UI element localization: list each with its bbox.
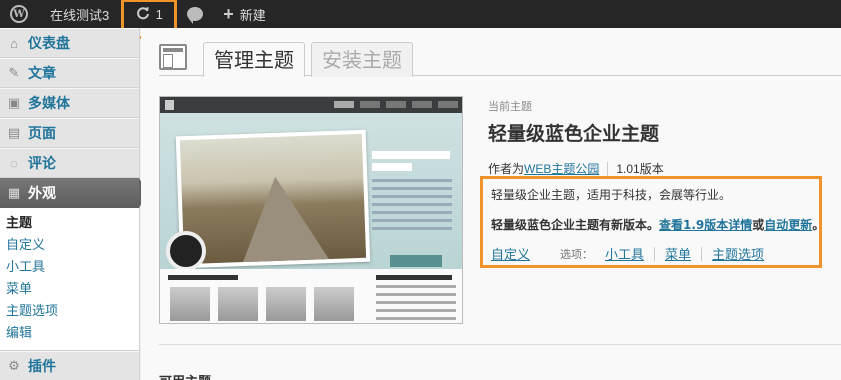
- customize-link[interactable]: 自定义: [491, 244, 530, 263]
- tab-manage-themes[interactable]: 管理主题: [203, 42, 305, 77]
- author-line: 作者为 WEB主题公园 1.01版本: [488, 160, 828, 177]
- menu-posts[interactable]: ✎ 文章: [0, 58, 139, 88]
- section-divider: [159, 344, 841, 345]
- submenu-widgets[interactable]: 小工具: [0, 256, 139, 278]
- submenu-theme-options[interactable]: 主题选项: [0, 300, 139, 322]
- submenu-editor[interactable]: 编辑: [0, 322, 139, 344]
- site-name-link[interactable]: 在线测试3: [38, 0, 121, 28]
- theme-info-highlight-box: 轻量级企业主题，适用于科技，会展等行业。 轻量级蓝色企业主题有新版本。查看1.9…: [480, 176, 824, 268]
- pin-icon: ✎: [8, 65, 20, 80]
- divider: [654, 246, 656, 261]
- wordpress-icon: W: [10, 5, 28, 23]
- menu-dashboard-label: 仪表盘: [28, 35, 70, 51]
- menu-media-label: 多媒体: [28, 95, 70, 111]
- current-theme-label: 当前主题: [488, 100, 532, 113]
- menu-appearance-label: 外观: [28, 185, 56, 201]
- divider: [701, 246, 703, 261]
- admin-sidebar: ⌂ 仪表盘 ✎ 文章 ▣ 多媒体 ▤ 页面 ◌ 评论 ▦ 外观 主题 自定义 小…: [0, 28, 148, 380]
- current-theme-details: 当前主题 轻量级蓝色企业主题 作者为 WEB主题公园 1.01版本: [488, 98, 828, 177]
- view-details-link[interactable]: 查看1.9版本详情: [659, 218, 752, 232]
- new-content-label: 新建: [239, 7, 266, 23]
- refresh-icon: [136, 6, 150, 23]
- menu-plugins[interactable]: ⚙ 插件: [0, 351, 139, 380]
- menu-pages-label: 页面: [28, 125, 56, 141]
- menu-posts-label: 文章: [28, 65, 56, 81]
- home-icon: ⌂: [10, 35, 18, 51]
- comment-bubble-icon: [187, 7, 204, 24]
- theme-description: 轻量级企业主题，适用于科技，会展等行业。: [491, 188, 732, 202]
- auto-update-link[interactable]: 自动更新: [764, 218, 812, 232]
- menu-plugins-label: 插件: [28, 358, 56, 374]
- admin-bar: W 在线测试3 1 + 新建: [0, 0, 841, 39]
- updates-button[interactable]: 1: [121, 0, 178, 39]
- update-end-text: 。: [812, 218, 825, 232]
- theme-screenshot: [159, 96, 463, 324]
- plugin-icon: ⚙: [8, 358, 20, 373]
- submenu-menus[interactable]: 菜单: [0, 278, 139, 300]
- themes-page-icon: [159, 44, 187, 70]
- updates-count: 1: [155, 6, 163, 22]
- menu-pages[interactable]: ▤ 页面: [0, 118, 139, 148]
- update-text: 轻量级蓝色企业主题有新版本。: [491, 218, 660, 232]
- media-icon: ▣: [7, 95, 21, 110]
- available-themes-heading: 可用主题: [159, 371, 211, 380]
- widgets-link[interactable]: 小工具: [605, 244, 644, 263]
- menus-link[interactable]: 菜单: [665, 244, 691, 263]
- comment-icon: ◌: [10, 155, 18, 171]
- appearance-icon: ▦: [7, 185, 21, 200]
- update-or-text: 或: [752, 218, 765, 232]
- wordpress-logo-button[interactable]: W: [0, 0, 38, 28]
- menu-dashboard[interactable]: ⌂ 仪表盘: [0, 28, 139, 58]
- main-content: 管理主题 安装主题 当前主题 轻量级蓝色企业主题 作者为 WEB主题公园 1.0…: [141, 28, 841, 380]
- nav-tabs: 管理主题 安装主题: [159, 38, 841, 77]
- menu-appearance[interactable]: ▦ 外观: [0, 178, 148, 208]
- divider: [607, 161, 609, 176]
- menu-media[interactable]: ▣ 多媒体: [0, 88, 139, 118]
- theme-version: 1.01版本: [616, 162, 664, 176]
- theme-options-link[interactable]: 主题选项: [712, 244, 764, 263]
- theme-actions: 自定义 选项： 小工具 菜单 主题选项: [491, 244, 764, 263]
- submenu-themes[interactable]: 主题: [0, 212, 139, 234]
- theme-name: 轻量级蓝色企业主题: [488, 123, 660, 145]
- update-notice: 轻量级蓝色企业主题有新版本。查看1.9版本详情或自动更新。: [491, 216, 824, 233]
- menu-comments[interactable]: ◌ 评论: [0, 148, 139, 178]
- author-prefix: 作者为: [488, 162, 525, 176]
- options-label: 选项：: [560, 247, 594, 261]
- page-icon: ▤: [7, 125, 21, 140]
- author-link[interactable]: WEB主题公园: [524, 160, 599, 177]
- menu-comments-label: 评论: [28, 155, 56, 171]
- comments-button[interactable]: [177, 0, 213, 28]
- new-content-button[interactable]: + 新建: [213, 0, 276, 28]
- tab-install-themes[interactable]: 安装主题: [311, 42, 413, 77]
- plus-icon: +: [223, 4, 234, 24]
- submenu-customize[interactable]: 自定义: [0, 234, 139, 256]
- appearance-submenu: 主题 自定义 小工具 菜单 主题选项 编辑: [0, 208, 139, 351]
